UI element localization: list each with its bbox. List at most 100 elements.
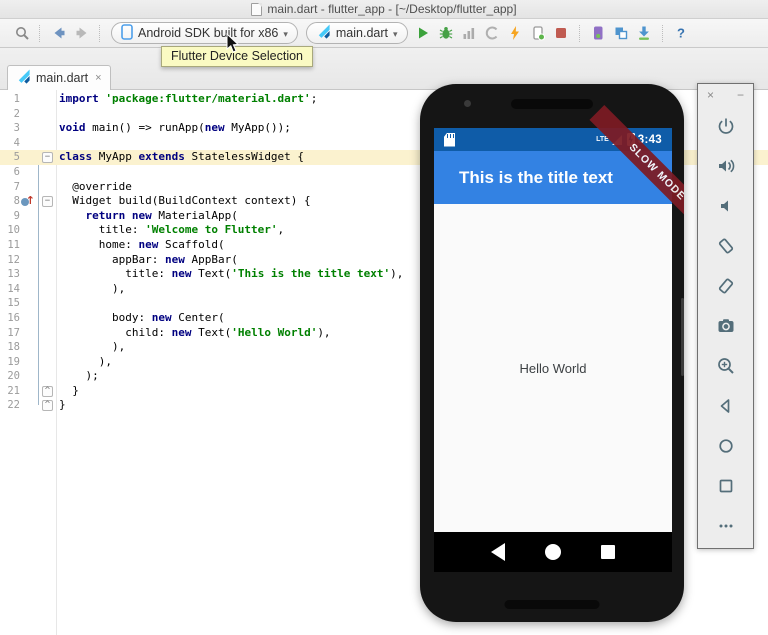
line-number: 8 (0, 194, 20, 209)
window-title: main.dart - flutter_app - [~/Desktop/flu… (267, 2, 516, 16)
emulator-screen[interactable]: LTE 3:43 This is the title text Hello Wo… (434, 128, 672, 572)
earpiece-speaker (511, 99, 593, 109)
chevron-down-icon (393, 26, 398, 40)
nav-back-button[interactable] (698, 386, 753, 426)
android-studio-window: main.dart - flutter_app - [~/Desktop/flu… (0, 0, 768, 635)
debug-icon[interactable] (435, 22, 458, 45)
hello-world-text: Hello World (520, 361, 587, 376)
code-text: } (56, 384, 79, 399)
find-icon[interactable] (10, 22, 33, 45)
power-button[interactable] (698, 106, 753, 146)
sd-card-icon (444, 133, 455, 147)
monitor-icon[interactable] (610, 22, 633, 45)
fold-open-marker[interactable]: − (42, 196, 53, 207)
code-text (56, 107, 59, 122)
code-text (56, 136, 59, 151)
gutter: ^ (20, 384, 56, 399)
code-text: @override (56, 180, 132, 195)
fold-close-marker[interactable]: ^ (42, 400, 53, 411)
device-phone-icon (121, 24, 133, 43)
line-number: 11 (0, 238, 20, 253)
line-number: 2 (0, 107, 20, 122)
run-icon[interactable] (412, 22, 435, 45)
volume-up-button[interactable] (698, 146, 753, 186)
flutter-attach-icon[interactable] (527, 22, 550, 45)
rotate-left-button[interactable] (698, 226, 753, 266)
profiler-icon[interactable] (458, 22, 481, 45)
home-icon (545, 544, 561, 560)
app-bar-title: This is the title text (459, 168, 613, 188)
sdk-manager-icon[interactable] (633, 22, 656, 45)
code-text (56, 296, 59, 311)
gutter (20, 340, 56, 355)
more-button[interactable] (698, 506, 753, 546)
gutter: ^ (20, 398, 56, 413)
run-config-dropdown[interactable]: main.dart (306, 22, 408, 44)
rotate-right-button[interactable] (698, 266, 753, 306)
camera-button[interactable] (698, 306, 753, 346)
run-config-label: main.dart (336, 26, 388, 40)
hot-reload-icon[interactable] (504, 22, 527, 45)
svg-text:?: ? (677, 26, 685, 41)
back-nav-button[interactable] (470, 543, 525, 561)
gutter: − (20, 194, 56, 209)
front-camera-dot (464, 100, 471, 107)
panel-minimize-button[interactable]: − (737, 88, 744, 102)
code-text: } (56, 398, 66, 413)
gutter (20, 355, 56, 370)
attach-debugger-icon[interactable] (481, 22, 504, 45)
side-button (681, 298, 684, 376)
code-text: Widget build(BuildContext context) { (56, 194, 311, 209)
nav-overview-button[interactable] (698, 466, 753, 506)
code-text: void main() => runApp(new MyApp()); (56, 121, 291, 136)
code-text: appBar: new AppBar( (56, 253, 238, 268)
zoom-button[interactable] (698, 346, 753, 386)
line-number: 1 (0, 92, 20, 107)
line-number: 7 (0, 180, 20, 195)
nav-home-button[interactable] (698, 426, 753, 466)
toolbar-action-group: ? (412, 22, 693, 45)
gutter: − (20, 150, 56, 165)
line-number: 18 (0, 340, 20, 355)
line-number: 21 (0, 384, 20, 399)
help-icon[interactable]: ? (670, 22, 693, 45)
tab-main-dart[interactable]: main.dart × (7, 65, 111, 90)
back-icon[interactable] (47, 22, 70, 45)
main-toolbar: Android SDK built for x86 main.dart ? (0, 19, 768, 48)
android-nav-bar (434, 532, 672, 572)
gutter (20, 107, 56, 122)
override-marker[interactable] (21, 196, 34, 209)
line-number: 20 (0, 369, 20, 384)
gutter (20, 282, 56, 297)
fold-open-marker[interactable]: − (42, 152, 53, 163)
forward-icon[interactable] (70, 22, 93, 45)
gutter (20, 209, 56, 224)
line-number: 22 (0, 398, 20, 413)
home-nav-button[interactable] (525, 543, 580, 561)
line-number: 13 (0, 267, 20, 282)
line-number: 9 (0, 209, 20, 224)
line-number: 10 (0, 223, 20, 238)
code-text: ); (56, 369, 99, 384)
overview-nav-button[interactable] (581, 543, 636, 561)
panel-close-button[interactable]: × (707, 88, 714, 102)
back-icon (491, 543, 505, 561)
line-number: 19 (0, 355, 20, 370)
document-icon (251, 3, 262, 16)
line-number: 6 (0, 165, 20, 180)
code-text: ), (56, 340, 125, 355)
gutter (20, 136, 56, 151)
nav-icons (470, 543, 636, 561)
volume-down-button[interactable] (698, 186, 753, 226)
app-body: Hello World (434, 204, 672, 532)
line-number: 4 (0, 136, 20, 151)
stop-icon[interactable] (550, 22, 573, 45)
code-text (56, 165, 59, 180)
gutter (20, 180, 56, 195)
fold-close-marker[interactable]: ^ (42, 386, 53, 397)
close-icon[interactable]: × (95, 72, 101, 84)
avd-manager-icon[interactable] (587, 22, 610, 45)
gutter (20, 267, 56, 282)
code-text: import 'package:flutter/material.dart'; (56, 92, 317, 107)
device-selector-dropdown[interactable]: Android SDK built for x86 (111, 22, 298, 44)
